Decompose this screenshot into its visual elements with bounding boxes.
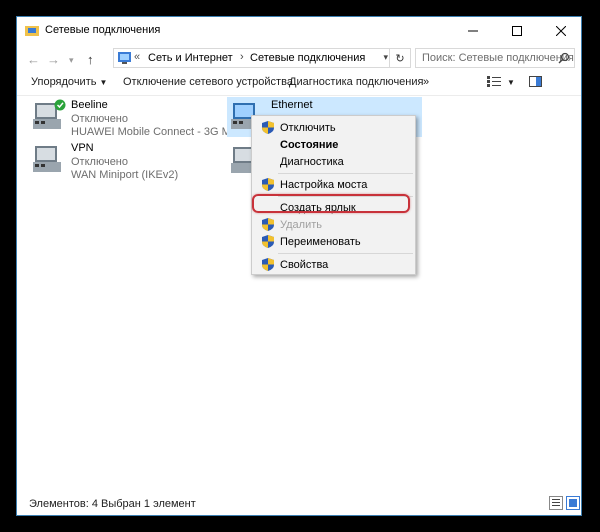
minimize-button[interactable] [451,17,495,45]
connection-beeline[interactable]: Beeline Отключено HUAWEI Mobile Connect … [31,99,246,139]
control-panel-icon [118,52,131,64]
menu-item-label: Состояние [280,139,339,151]
details-view-button[interactable] [549,496,563,510]
breadcrumb-network-connections[interactable]: Сетевые подключения [250,52,365,64]
diagnose-connection-button[interactable]: Диагностика подключения [289,76,423,88]
address-dropdown-icon[interactable]: ▾ [383,52,388,63]
organize-menu[interactable]: Упорядочить ▼ [31,76,107,88]
preview-pane-button[interactable] [529,76,542,90]
connection-name: Ethernet [271,99,313,111]
search-placeholder: Поиск: Сетевые подключения [422,52,574,64]
menu-item-label: Удалить [280,219,322,231]
menu-item-properties[interactable]: Свойства [252,256,415,273]
menu-item-diagnose[interactable]: Диагностика [252,153,415,170]
change-view-button[interactable] [487,76,501,90]
network-adapter-icon [33,146,61,172]
address-bar[interactable]: « Сеть и Интернет › Сетевые подключения … [113,48,411,68]
uac-shield-icon [262,178,274,191]
search-icon [558,52,570,64]
network-adapter-icon [33,99,66,129]
connection-device: HUAWEI Mobile Connect - 3G Mo... [71,126,247,138]
window-title: Сетевые подключения [45,24,161,36]
highlight-ring [252,194,410,213]
forward-arrow-icon[interactable]: → [47,52,60,67]
menu-item-bridge[interactable]: Настройка моста [252,176,415,193]
disable-device-button[interactable]: Отключение сетевого устройства [123,76,293,88]
up-arrow-icon[interactable]: ↑ [87,52,94,67]
breadcrumb-separator-icon[interactable]: › [240,51,244,63]
menu-item-rename[interactable]: Переименовать [252,233,415,250]
navigation-bar: ← → ▾ ↑ « Сеть и Интернет › Сетевые подк… [17,45,581,73]
menu-item-label: Диагностика [280,156,344,168]
status-bar: Элементов: 4 Выбран 1 элемент [17,493,581,517]
view-options-icon [487,76,501,87]
menu-item-delete[interactable]: Удалить [252,216,415,233]
item-count: Элементов: 4 [29,498,98,510]
uac-shield-icon [262,258,274,271]
connection-name: VPN [71,142,94,154]
refresh-icon: ↻ [395,52,405,65]
menu-separator [278,173,413,174]
details-view-icon [552,499,560,506]
selection-status: Выбран 1 элемент [101,498,196,510]
view-dropdown-icon[interactable]: ▼ [507,78,515,87]
command-bar: Упорядочить ▼ Отключение сетевого устрой… [17,73,581,96]
network-folder-icon [25,26,39,36]
menu-item-label: Настройка моста [280,179,368,191]
menu-item-disable[interactable]: Отключить [252,119,415,136]
network-connections-window: Сетевые подключения ← → ▾ ↑ « Сеть и Инт… [16,16,582,516]
title-bar: Сетевые подключения [17,17,581,45]
connection-status: Отключено [71,113,128,125]
maximize-button[interactable] [495,17,539,45]
connection-device: WAN Miniport (IKEv2) [71,169,179,181]
menu-item-label: Переименовать [280,236,361,248]
refresh-button[interactable]: ↻ [389,49,410,67]
more-commands-button[interactable]: » [423,76,429,88]
recent-locations-chevron-icon[interactable]: ▾ [69,55,74,66]
search-input[interactable]: Поиск: Сетевые подключения [415,48,575,68]
chevron-down-icon: ▼ [99,78,108,87]
large-icons-view-button[interactable] [566,496,580,510]
maximize-icon [512,26,522,36]
connection-name: Beeline [71,99,108,111]
large-icons-view-icon [569,499,577,507]
organize-label: Упорядочить [31,76,97,88]
connection-vpn[interactable]: VPN Отключено WAN Miniport (IKEv2) [31,142,231,182]
uac-shield-icon [262,218,274,231]
breadcrumb-overflow[interactable]: « [134,51,140,63]
menu-item-label: Отключить [280,122,336,134]
back-arrow-icon[interactable]: ← [27,52,40,67]
breadcrumb-network-internet[interactable]: Сеть и Интернет [148,52,233,64]
menu-item-status[interactable]: Состояние [252,136,415,153]
close-icon [556,26,566,36]
preview-pane-icon [529,76,542,87]
uac-shield-icon [262,121,274,134]
uac-shield-icon [262,235,274,248]
close-button[interactable] [539,17,583,45]
minimize-icon [468,30,478,32]
menu-separator [278,253,413,254]
connection-status: Отключено [71,156,128,168]
menu-item-label: Свойства [280,259,329,271]
